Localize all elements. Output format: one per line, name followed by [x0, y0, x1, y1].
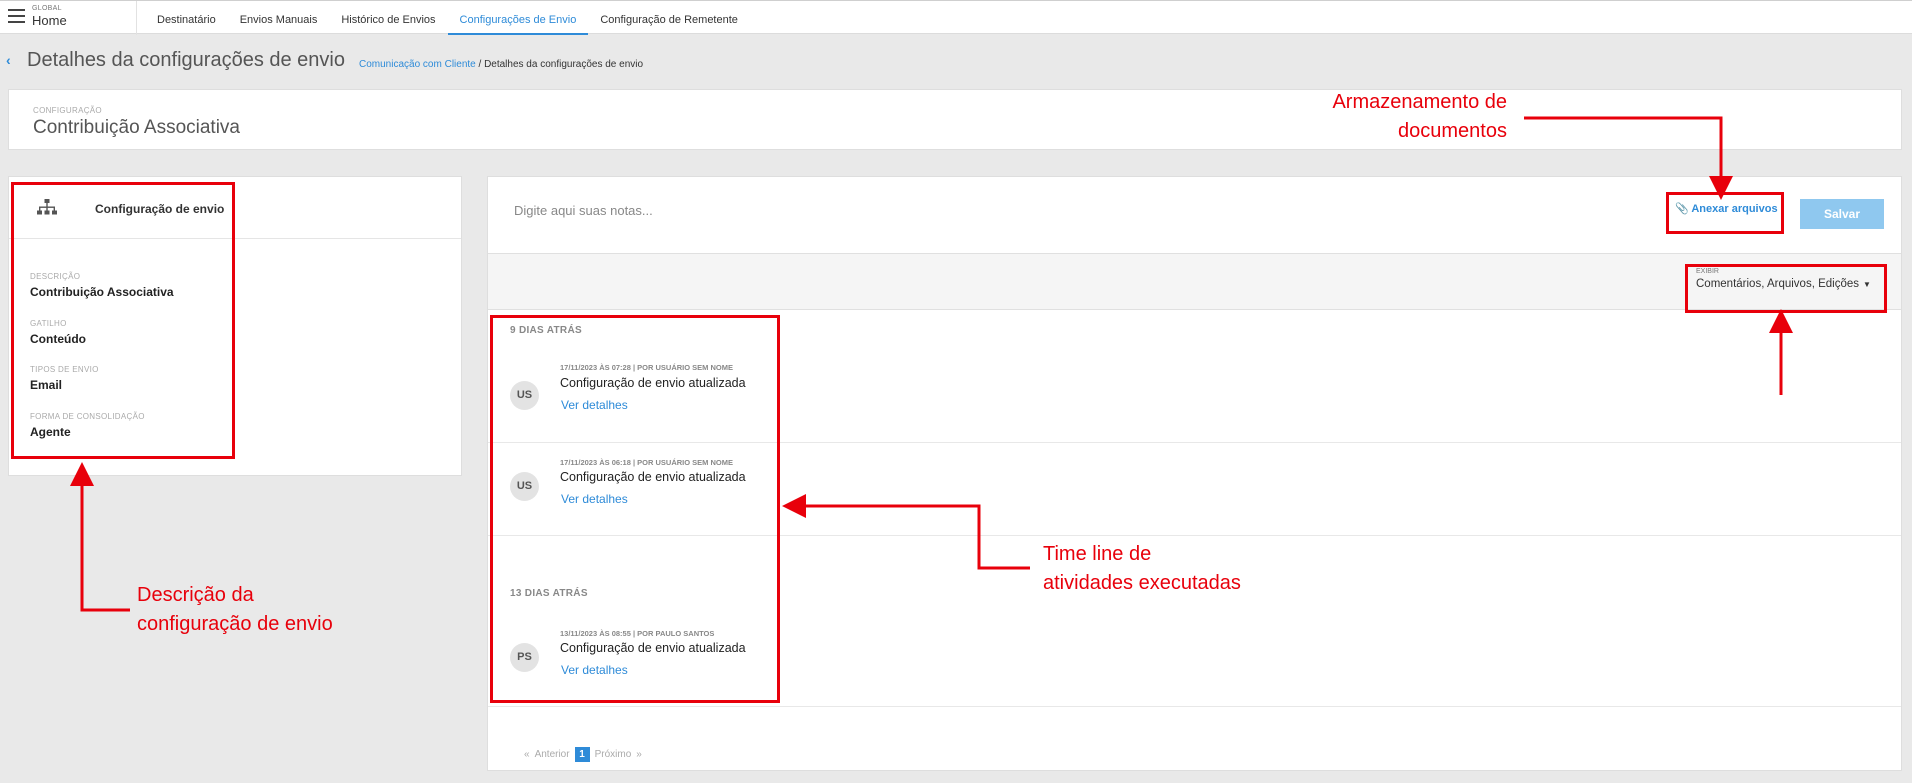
annotation-storage-line2: documentos	[1398, 120, 1507, 142]
tab-destinatario[interactable]: Destinatário	[145, 1, 228, 35]
pager-prev[interactable]: Anterior	[535, 749, 570, 760]
tab-historico-envios[interactable]: Histórico de Envios	[329, 1, 447, 35]
annotation-description: Descrição da configuração de envio	[137, 581, 333, 639]
notes-input[interactable]	[514, 203, 1414, 218]
timeline-separator	[488, 706, 1901, 707]
annotation-description-line1: Descrição da	[137, 584, 254, 606]
config-value: Contribuição Associativa	[33, 117, 240, 138]
annotation-storage-line1: Armazenamento de	[1332, 91, 1507, 113]
page-title: Detalhes da configurações de envio	[27, 49, 345, 71]
save-button[interactable]: Salvar	[1800, 199, 1884, 229]
annotation-timeline-line2: atividades executadas	[1043, 572, 1241, 594]
tab-configuracoes-envio[interactable]: Configurações de Envio	[447, 1, 589, 35]
nav-divider	[136, 1, 137, 35]
pager-next[interactable]: Próximo	[595, 749, 632, 760]
breadcrumb-current: Detalhes da configurações de envio	[484, 59, 644, 70]
breadcrumb-link[interactable]: Comunicação com Cliente	[359, 59, 476, 70]
pager-page[interactable]: 1	[574, 747, 590, 762]
annotation-box-description	[11, 182, 235, 459]
hamburger-menu-icon[interactable]	[8, 9, 25, 23]
tab-envios-manuais[interactable]: Envios Manuais	[228, 1, 330, 35]
annotation-timeline: Time line de atividades executadas	[1043, 540, 1241, 598]
breadcrumb: Comunicação com Cliente / Detalhes da co…	[359, 59, 643, 70]
nav-tabs: Destinatário Envios Manuais Histórico de…	[145, 1, 750, 35]
annotation-box-timeline	[490, 315, 780, 703]
pager-next-icon: »	[636, 749, 642, 760]
home-link[interactable]: GLOBAL Home	[32, 5, 67, 28]
top-navbar: GLOBAL Home Destinatário Envios Manuais …	[0, 0, 1912, 35]
annotation-box-attach	[1666, 192, 1784, 234]
config-header-card: CONFIGURAÇÃO Contribuição Associativa	[8, 89, 1902, 150]
annotation-timeline-line1: Time line de	[1043, 543, 1152, 565]
annotation-storage: Armazenamento de documentos	[1313, 88, 1507, 146]
config-label: CONFIGURAÇÃO	[33, 106, 102, 115]
tab-configuracao-remetente[interactable]: Configuração de Remetente	[588, 1, 750, 35]
annotation-box-filter	[1685, 264, 1887, 313]
home-label: Home	[32, 13, 67, 28]
back-chevron-icon[interactable]: ‹	[6, 52, 11, 68]
breadcrumb-separator: /	[475, 59, 485, 70]
global-label: GLOBAL	[32, 5, 62, 12]
annotation-description-line2: configuração de envio	[137, 613, 333, 635]
pagination: « Anterior 1 Próximo »	[524, 747, 642, 762]
pager-prev-icon: «	[524, 749, 530, 760]
